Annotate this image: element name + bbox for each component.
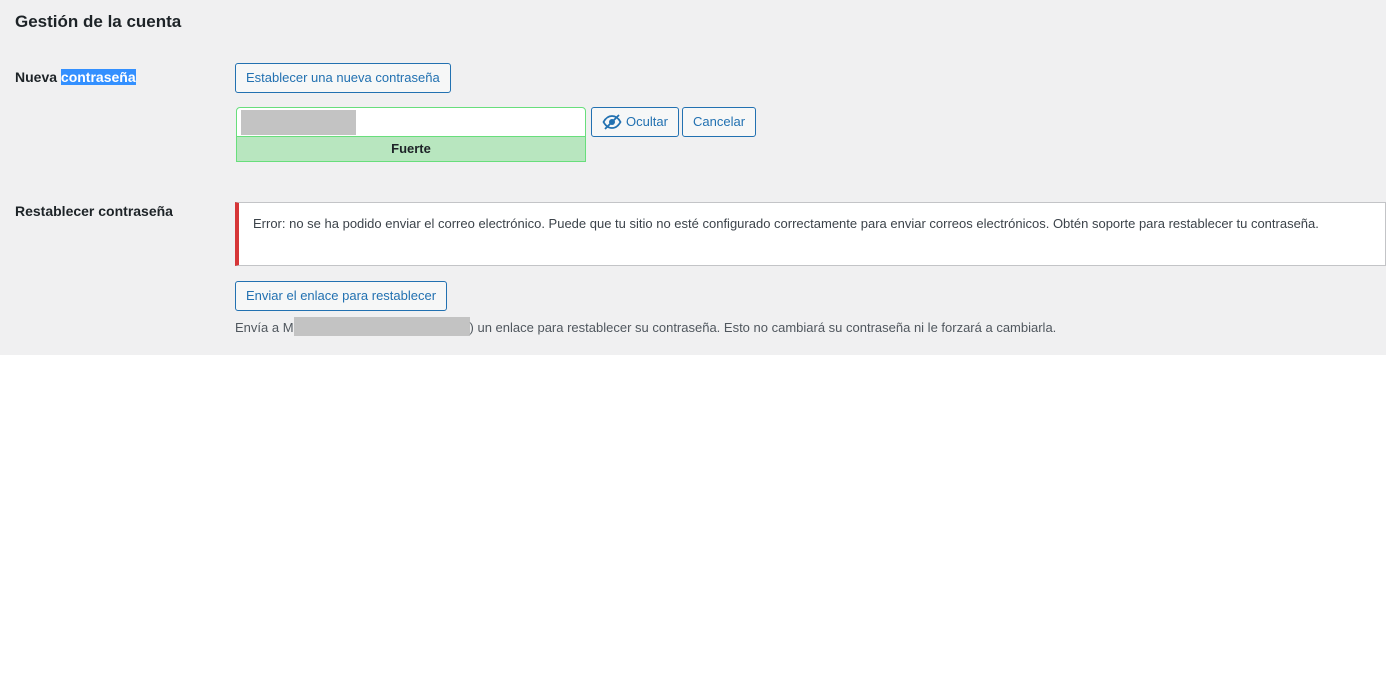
reset-description-suffix: ) un enlace para restablecer su contrase… <box>469 320 1057 335</box>
section-title: Gestión de la cuenta <box>15 12 182 31</box>
password-strength-meter: Fuerte <box>236 137 586 162</box>
hide-password-button[interactable]: Ocultar <box>591 107 679 137</box>
email-redaction <box>293 317 470 336</box>
error-notice: Error: no se ha podido enviar el correo … <box>235 202 1386 266</box>
password-redaction <box>241 110 356 135</box>
reset-description: Envía a M ) un enlace para restablecer su… <box>235 317 1056 336</box>
error-message: Error: no se ha podido enviar el correo … <box>253 216 1319 231</box>
password-input[interactable] <box>236 107 586 137</box>
new-password-label-prefix: Nueva <box>15 69 61 85</box>
eye-slash-icon <box>602 114 622 130</box>
send-reset-link-button[interactable]: Enviar el enlace para restablecer <box>235 281 448 311</box>
new-password-label: Nueva contraseña <box>15 69 136 85</box>
reset-password-label: Restablecer contraseña <box>15 203 173 219</box>
set-new-password-button[interactable]: Establecer una nueva contraseña <box>235 63 451 93</box>
account-management-panel: Gestión de la cuenta Nueva contraseña Es… <box>0 0 1386 355</box>
new-password-label-highlight: contraseña <box>60 69 136 85</box>
cancel-button[interactable]: Cancelar <box>682 107 757 137</box>
password-field-group: Fuerte <box>236 107 586 162</box>
hide-button-label: Ocultar <box>626 114 668 129</box>
reset-description-prefix: Envía a M <box>235 320 294 335</box>
